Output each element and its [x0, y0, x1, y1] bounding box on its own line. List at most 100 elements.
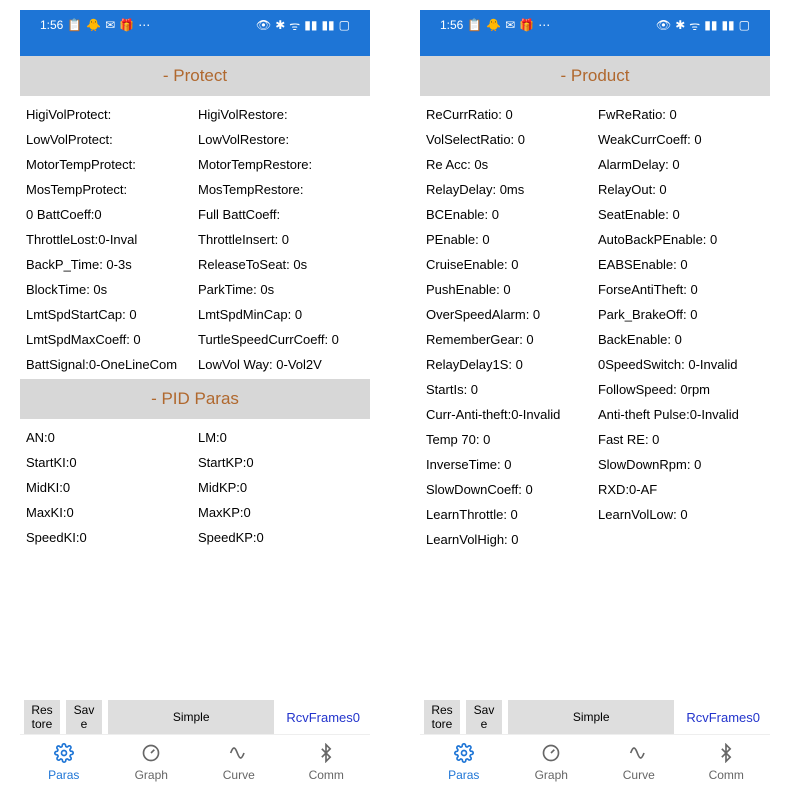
param-cell[interactable]: CruiseEnable: 0 [426, 252, 592, 277]
param-cell[interactable]: Anti-theft Pulse:0-Invalid [598, 402, 764, 427]
gear-icon [454, 743, 474, 766]
battery-icon: ▢ [339, 18, 350, 32]
nav-graph[interactable]: Graph [508, 735, 596, 790]
param-cell[interactable]: LowVol Way: 0-Vol2V [198, 352, 364, 377]
param-cell[interactable]: ThrottleLost:0-Inval [26, 227, 192, 252]
param-cell[interactable]: OverSpeedAlarm: 0 [426, 302, 592, 327]
param-cell[interactable]: EABSEnable: 0 [598, 252, 764, 277]
param-cell[interactable]: MaxKP:0 [198, 500, 364, 525]
param-cell[interactable]: HigiVolProtect: [26, 102, 192, 127]
nav-label: Curve [623, 768, 655, 782]
param-cell[interactable]: MaxKI:0 [26, 500, 192, 525]
param-cell[interactable]: 0 BattCoeff:0 [26, 202, 192, 227]
param-cell[interactable]: TurtleSpeedCurrCoeff: 0 [198, 327, 364, 352]
param-cell[interactable]: BackP_Time: 0-3s [26, 252, 192, 277]
nav-label: Comm [709, 768, 744, 782]
rcv-frames-label: RcvFrames0 [280, 710, 366, 725]
status-icon: 📋 [467, 18, 482, 32]
param-cell[interactable]: Curr-Anti-theft:0-Invalid [426, 402, 592, 427]
param-cell[interactable]: LM:0 [198, 425, 364, 450]
param-cell[interactable]: PEnable: 0 [426, 227, 592, 252]
param-cell[interactable]: HigiVolRestore: [198, 102, 364, 127]
nav-label: Curve [223, 768, 255, 782]
param-cell[interactable]: ParkTime: 0s [198, 277, 364, 302]
param-cell[interactable]: MotorTempProtect: [26, 152, 192, 177]
nav-curve[interactable]: Curve [595, 735, 683, 790]
param-cell[interactable]: StartIs: 0 [426, 377, 592, 402]
param-cell[interactable]: AutoBackPEnable: 0 [598, 227, 764, 252]
nav-curve[interactable]: Curve [195, 735, 283, 790]
param-cell[interactable]: LearnVolLow: 0 [598, 502, 764, 527]
param-cell[interactable]: Fast RE: 0 [598, 427, 764, 452]
param-cell[interactable]: RelayOut: 0 [598, 177, 764, 202]
param-cell[interactable]: WeakCurrCoeff: 0 [598, 127, 764, 152]
nav-comm[interactable]: Comm [283, 735, 371, 790]
status-icon: 🎁 [519, 18, 534, 32]
param-cell[interactable]: StartKP:0 [198, 450, 364, 475]
param-cell[interactable]: AlarmDelay: 0 [598, 152, 764, 177]
param-cell[interactable]: SpeedKI:0 [26, 525, 192, 550]
param-cell[interactable]: Temp 70: 0 [426, 427, 592, 452]
param-cell[interactable]: RXD:0-AF [598, 477, 764, 502]
param-cell[interactable]: LmtSpdStartCap: 0 [26, 302, 192, 327]
battery-icon: ▢ [739, 18, 750, 32]
param-cell[interactable]: MidKP:0 [198, 475, 364, 500]
param-cell[interactable]: ReleaseToSeat: 0s [198, 252, 364, 277]
param-cell[interactable]: Park_BrakeOff: 0 [598, 302, 764, 327]
param-cell[interactable]: MosTempProtect: [26, 177, 192, 202]
param-cell[interactable]: AN:0 [26, 425, 192, 450]
param-cell[interactable]: SeatEnable: 0 [598, 202, 764, 227]
param-cell[interactable]: VolSelectRatio: 0 [426, 127, 592, 152]
param-cell[interactable]: MidKI:0 [26, 475, 192, 500]
status-icon: 🐥 [486, 18, 501, 32]
status-time: 1:56 [40, 18, 63, 32]
param-cell[interactable]: LearnVolHigh: 0 [426, 527, 592, 552]
param-cell[interactable]: RelayDelay: 0ms [426, 177, 592, 202]
param-cell[interactable]: LowVolProtect: [26, 127, 192, 152]
param-cell[interactable]: Re Acc: 0s [426, 152, 592, 177]
param-cell[interactable]: MosTempRestore: [198, 177, 364, 202]
param-cell[interactable] [598, 527, 764, 552]
app-bar [20, 40, 370, 56]
param-cell[interactable]: FollowSpeed: 0rpm [598, 377, 764, 402]
param-cell[interactable]: RememberGear: 0 [426, 327, 592, 352]
nav-paras[interactable]: Paras [20, 735, 108, 790]
param-cell[interactable]: ForseAntiTheft: 0 [598, 277, 764, 302]
param-cell[interactable]: Full BattCoeff: [198, 202, 364, 227]
param-cell[interactable]: SlowDownCoeff: 0 [426, 477, 592, 502]
param-cell[interactable]: ReCurrRatio: 0 [426, 102, 592, 127]
param-cell[interactable]: PushEnable: 0 [426, 277, 592, 302]
nav-paras[interactable]: Paras [420, 735, 508, 790]
save-button[interactable]: Sav e [466, 700, 502, 734]
param-cell[interactable]: 0SpeedSwitch: 0-Invalid [598, 352, 764, 377]
phone-left: 1:56 📋 🐥 ✉ 🎁 ⋯ 👁 ✱ ᯤ ▮▮ ▮▮ ▢ - Protect H… [20, 10, 370, 790]
restore-button[interactable]: Res tore [424, 700, 460, 734]
param-cell[interactable]: InverseTime: 0 [426, 452, 592, 477]
nav-label: Graph [135, 768, 168, 782]
save-button[interactable]: Sav e [66, 700, 102, 734]
param-cell[interactable]: LearnThrottle: 0 [426, 502, 592, 527]
param-cell[interactable]: MotorTempRestore: [198, 152, 364, 177]
param-cell[interactable]: ThrottleInsert: 0 [198, 227, 364, 252]
bottom-button-row: Res tore Sav e Simple RcvFrames0 [420, 696, 770, 734]
param-cell[interactable]: SlowDownRpm: 0 [598, 452, 764, 477]
param-cell[interactable]: LmtSpdMinCap: 0 [198, 302, 364, 327]
wave-icon [229, 743, 249, 766]
param-cell[interactable]: BattSignal:0-OneLineCom [26, 352, 192, 377]
nav-graph[interactable]: Graph [108, 735, 196, 790]
restore-button[interactable]: Res tore [24, 700, 60, 734]
status-icon: ⋯ [138, 18, 150, 32]
param-cell[interactable]: FwReRatio: 0 [598, 102, 764, 127]
simple-button[interactable]: Simple [108, 700, 274, 734]
simple-button[interactable]: Simple [508, 700, 674, 734]
param-cell[interactable]: StartKI:0 [26, 450, 192, 475]
param-cell[interactable]: SpeedKP:0 [198, 525, 364, 550]
param-cell[interactable]: BackEnable: 0 [598, 327, 764, 352]
param-cell[interactable]: LmtSpdMaxCoeff: 0 [26, 327, 192, 352]
param-cell[interactable]: BlockTime: 0s [26, 277, 192, 302]
eye-icon: 👁 [256, 18, 271, 32]
param-cell[interactable]: LowVolRestore: [198, 127, 364, 152]
nav-comm[interactable]: Comm [683, 735, 771, 790]
param-cell[interactable]: BCEnable: 0 [426, 202, 592, 227]
param-cell[interactable]: RelayDelay1S: 0 [426, 352, 592, 377]
